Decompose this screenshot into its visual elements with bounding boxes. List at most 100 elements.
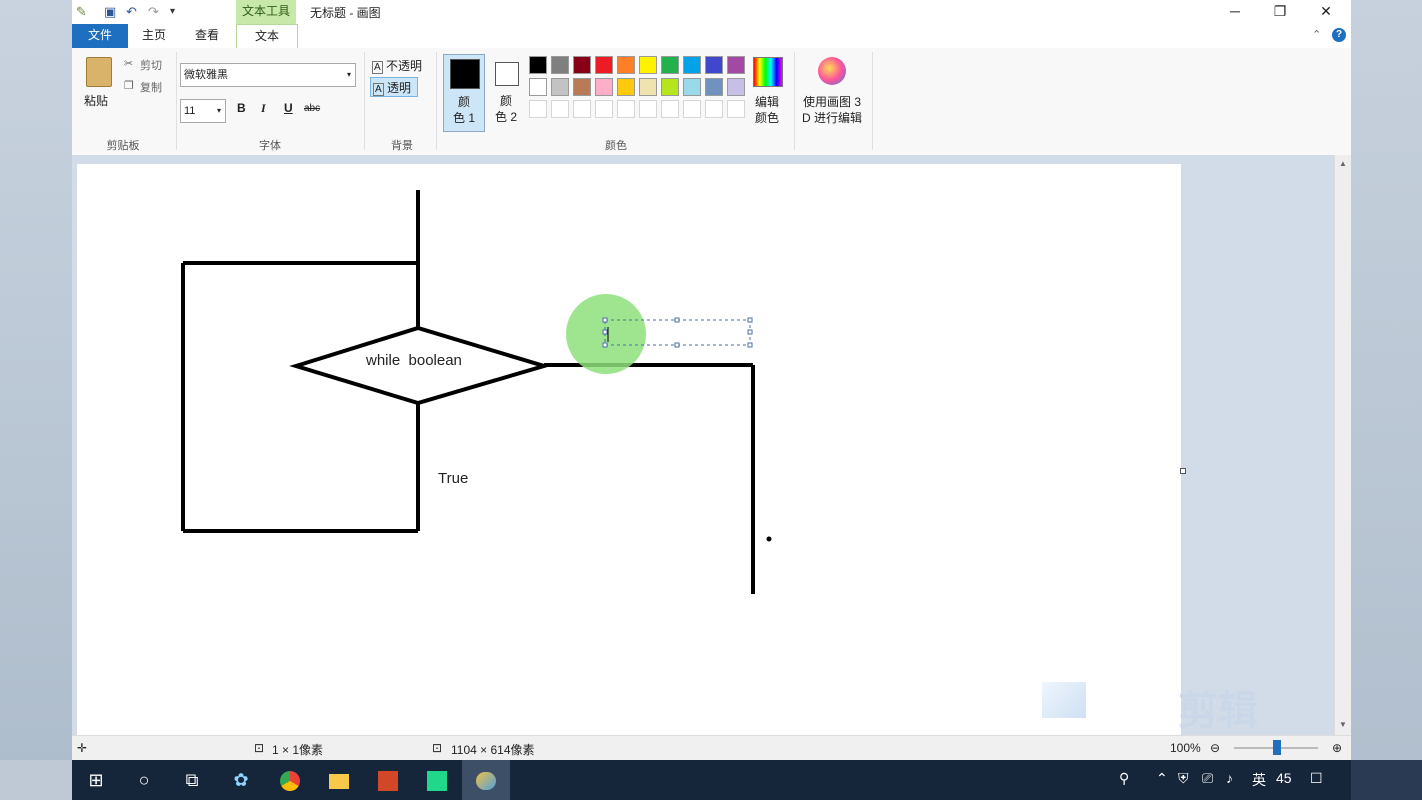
file-explorer-icon[interactable] (315, 760, 363, 800)
palette-color-swatch[interactable] (661, 56, 679, 74)
paint3d-icon[interactable] (818, 57, 846, 85)
custom-color-slot[interactable] (595, 100, 613, 118)
font-family-select[interactable]: 微软雅黑 ▾ (180, 63, 356, 87)
palette-color-swatch[interactable] (617, 78, 635, 96)
palette-color-swatch[interactable] (573, 56, 591, 74)
copy-button[interactable]: 复制 (140, 79, 162, 95)
volume-icon[interactable]: ♪ (1226, 770, 1233, 786)
resize-handle[interactable] (602, 342, 608, 348)
transparent-button[interactable]: A 透明 (370, 77, 418, 97)
italic-button[interactable]: I (261, 101, 266, 116)
palette-color-swatch[interactable] (551, 56, 569, 74)
bold-button[interactable]: B (237, 101, 246, 115)
ime-indicator[interactable]: 英 (1252, 770, 1266, 790)
resize-handle[interactable] (747, 329, 753, 335)
custom-color-slot[interactable] (551, 100, 569, 118)
edit-colors-label-line1[interactable]: 编辑 (746, 93, 788, 110)
tab-home[interactable]: 主页 (130, 24, 178, 48)
customize-quick-access-icon[interactable]: ▾ (170, 6, 175, 17)
save-icon[interactable]: ▣ (104, 4, 116, 20)
palette-color-swatch[interactable] (573, 78, 591, 96)
tab-file[interactable]: 文件 (72, 24, 128, 48)
custom-color-slot[interactable] (683, 100, 701, 118)
drawing-canvas[interactable]: while boolean True (77, 164, 1181, 735)
vertical-scrollbar[interactable]: ▲ ▼ (1334, 155, 1351, 735)
help-icon[interactable]: ? (1332, 28, 1346, 42)
paint3d-label-line1[interactable]: 使用画图 3 (800, 93, 864, 110)
zoom-out-icon[interactable]: ⊖ (1210, 741, 1220, 755)
search-icon[interactable]: ○ (120, 760, 168, 800)
scissors-icon[interactable]: ✂ (124, 57, 133, 70)
custom-color-slot[interactable] (529, 100, 547, 118)
palette-color-swatch[interactable] (595, 56, 613, 74)
zoom-in-icon[interactable]: ⊕ (1332, 741, 1342, 755)
scroll-up-icon[interactable]: ▲ (1339, 159, 1347, 168)
canvas-resize-handle[interactable] (1180, 468, 1186, 474)
cut-button[interactable]: 剪切 (140, 57, 162, 73)
minimize-button[interactable]: ─ (1220, 2, 1250, 22)
task-view-icon[interactable]: ⧉ (168, 760, 216, 800)
resize-handle[interactable] (747, 342, 753, 348)
people-icon[interactable]: ⚲ (1119, 770, 1129, 787)
scroll-down-icon[interactable]: ▼ (1339, 720, 1347, 729)
maximize-button[interactable]: ❐ (1265, 2, 1295, 22)
custom-color-slot[interactable] (617, 100, 635, 118)
close-button[interactable]: ✕ (1311, 2, 1341, 22)
collapse-ribbon-icon[interactable]: ⌃ (1312, 28, 1321, 41)
opaque-button[interactable]: A 不透明 (372, 57, 422, 74)
palette-color-swatch[interactable] (529, 78, 547, 96)
flower-app-icon[interactable]: ✿ (217, 760, 265, 800)
resize-handle[interactable] (747, 317, 753, 323)
chrome-icon[interactable] (266, 760, 314, 800)
paste-button[interactable]: 粘贴 (84, 92, 108, 109)
show-hidden-icons-icon[interactable]: ⌃ (1156, 770, 1168, 787)
resize-handle[interactable] (674, 342, 680, 348)
edit-colors-icon[interactable] (753, 57, 783, 87)
color1-swatch (450, 59, 480, 89)
powerpoint-icon[interactable] (364, 760, 412, 800)
palette-color-swatch[interactable] (683, 78, 701, 96)
color2-button[interactable]: 颜 色 2 (489, 54, 529, 132)
custom-color-slot[interactable] (573, 100, 591, 118)
paste-icon[interactable] (86, 57, 112, 87)
resize-handle[interactable] (602, 317, 608, 323)
shield-icon[interactable]: ⛨ (1178, 770, 1189, 787)
paint3d-label-line2[interactable]: D 进行编辑 (800, 109, 864, 126)
palette-color-swatch[interactable] (727, 56, 745, 74)
custom-color-slot[interactable] (727, 100, 745, 118)
font-family-value: 微软雅黑 (184, 69, 228, 81)
undo-icon[interactable]: ↶ (126, 4, 137, 20)
notification-icon[interactable]: ☐ (1310, 770, 1323, 787)
palette-color-swatch[interactable] (595, 78, 613, 96)
resize-handle[interactable] (674, 317, 680, 323)
copy-icon[interactable]: ❐ (124, 79, 134, 92)
pycharm-icon[interactable] (413, 760, 461, 800)
color1-button[interactable]: 颜 色 1 (443, 54, 485, 132)
palette-color-swatch[interactable] (617, 56, 635, 74)
paint-taskbar-icon[interactable] (462, 760, 510, 800)
palette-color-swatch[interactable] (639, 78, 657, 96)
palette-color-swatch[interactable] (727, 78, 745, 96)
underline-button[interactable]: U (284, 101, 293, 115)
palette-color-swatch[interactable] (683, 56, 701, 74)
custom-color-slot[interactable] (661, 100, 679, 118)
resize-handle[interactable] (602, 329, 608, 335)
custom-color-slot[interactable] (705, 100, 723, 118)
network-icon[interactable]: ⎚ (1202, 770, 1213, 787)
palette-color-swatch[interactable] (639, 56, 657, 74)
tray-number[interactable]: 45 (1276, 770, 1292, 786)
custom-color-slot[interactable] (639, 100, 657, 118)
palette-color-swatch[interactable] (661, 78, 679, 96)
redo-icon[interactable]: ↷ (148, 4, 159, 20)
tab-view[interactable]: 查看 (182, 24, 232, 48)
tab-text[interactable]: 文本 (236, 24, 298, 50)
strikethrough-button[interactable]: abc (304, 103, 320, 114)
font-size-select[interactable]: 11 ▾ (180, 99, 226, 123)
zoom-slider-thumb[interactable] (1273, 740, 1281, 755)
palette-color-swatch[interactable] (705, 78, 723, 96)
palette-color-swatch[interactable] (551, 78, 569, 96)
palette-color-swatch[interactable] (705, 56, 723, 74)
palette-color-swatch[interactable] (529, 56, 547, 74)
windows-start-icon[interactable]: ⊞ (72, 760, 120, 800)
edit-colors-label-line2[interactable]: 颜色 (746, 109, 788, 126)
